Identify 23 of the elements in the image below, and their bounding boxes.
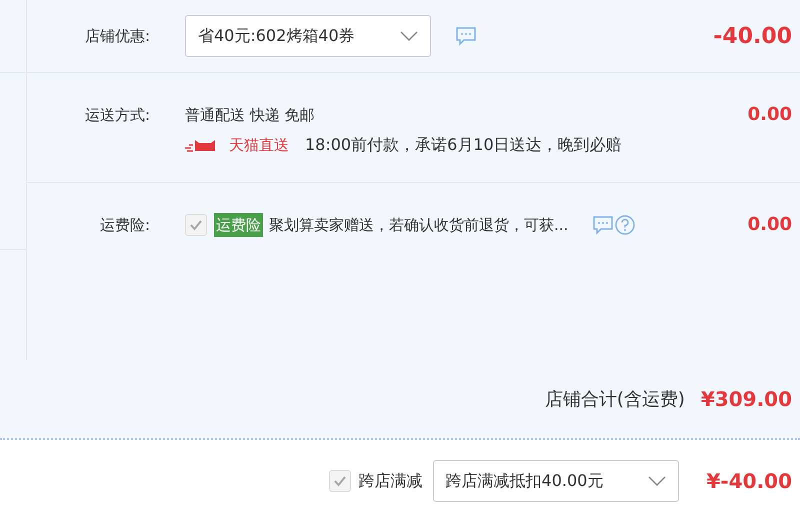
message-icon[interactable] [455, 26, 477, 46]
insurance-tag: 运费险 [214, 213, 263, 237]
coupon-dropdown[interactable]: 省40元:602烤箱40券 [185, 15, 431, 57]
caret-icon [400, 31, 418, 41]
insurance-description: 聚划算卖家赠送，若确认收货前退货，可获... [269, 214, 568, 236]
cross-store-amount: ¥-40.00 [706, 468, 792, 494]
field-label: 运送方式: [84, 105, 150, 126]
insurance-amount: 0.00 [748, 213, 793, 237]
shop-total-label: 店铺合计(含运费) [544, 388, 685, 412]
field-label: 运费险: [98, 215, 150, 236]
shop-total-amount: ¥309.00 [700, 386, 792, 413]
cross-store-label: 跨店满减 [358, 470, 423, 492]
delivery-service-label: 天猫直送 [229, 134, 289, 156]
check-icon [332, 474, 347, 486]
shipping-method: 普通配送 快递 免邮 [185, 105, 316, 126]
discount-amount: -40.00 [713, 22, 793, 50]
check-icon [189, 219, 203, 231]
shipping-amount: 0.00 [748, 103, 793, 127]
message-icon[interactable] [592, 215, 614, 235]
caret-icon [648, 476, 666, 486]
help-icon[interactable] [615, 215, 636, 235]
delivery-promise: 18:00前付款，承诺6月10日送达，晚到必赔 [305, 134, 622, 156]
field-label: 店铺优惠: [84, 26, 150, 47]
